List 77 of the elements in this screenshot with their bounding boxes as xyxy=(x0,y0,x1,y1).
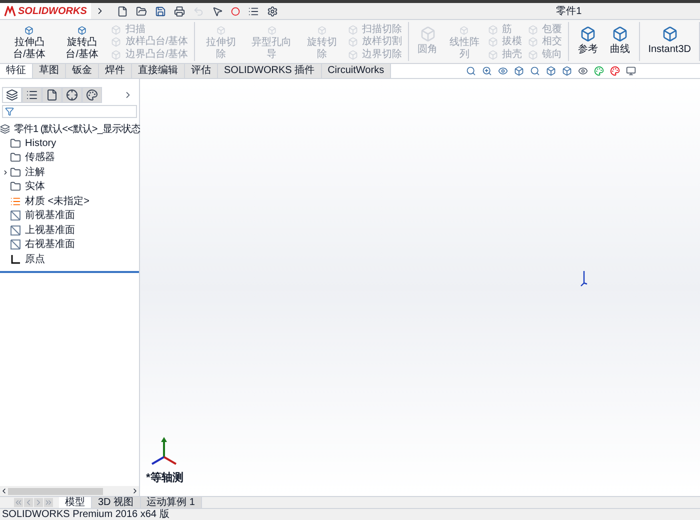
save-icon[interactable] xyxy=(154,6,166,16)
tool-icon xyxy=(528,37,538,48)
plane-icon xyxy=(10,239,21,250)
tool-icon xyxy=(662,26,678,42)
panel-tab[interactable] xyxy=(62,87,82,103)
ribbon-tool-button[interactable]: 曲线 xyxy=(605,22,636,61)
status-bar-text: SOLIDWORKS Premium 2016 x64 版 xyxy=(1,509,170,520)
settings-icon[interactable] xyxy=(266,6,278,16)
folder-icon xyxy=(10,152,21,164)
scroll-left-icon[interactable] xyxy=(0,487,8,495)
tree-root-label[interactable]: 零件1 (默认<<默认>_显示状态 xyxy=(14,122,140,136)
tree-item[interactable]: 实体 xyxy=(25,179,45,194)
tree-item[interactable]: 传感器 xyxy=(25,150,55,166)
folder-icon xyxy=(10,138,21,149)
document-tab[interactable]: 运动算例 1 xyxy=(140,497,202,508)
origin-icon xyxy=(10,254,21,265)
tool-icon xyxy=(580,26,596,42)
ribbon-tool-button[interactable]: 拉伸凸台/基体 xyxy=(4,22,55,61)
view-orientation-label: *等轴测 xyxy=(146,470,184,486)
tool-icon xyxy=(488,37,498,48)
window-title: 零件1 xyxy=(556,4,582,18)
folder-icon xyxy=(10,181,21,192)
command-tab[interactable]: 评估 xyxy=(185,64,218,78)
ribbon-tool-button[interactable]: 参考 xyxy=(573,22,604,61)
document-tab[interactable]: 3D 视图 xyxy=(92,497,141,508)
ribbon-tool-button[interactable]: Instant3D xyxy=(644,22,695,61)
pointer-icon[interactable] xyxy=(212,6,223,16)
tree-item[interactable]: 原点 xyxy=(25,252,45,267)
tree-item[interactable]: History xyxy=(25,136,56,151)
panel-tab[interactable] xyxy=(2,87,22,103)
tool-icon xyxy=(488,25,498,36)
command-tab[interactable]: 直接编辑 xyxy=(132,64,185,78)
new-file-icon[interactable] xyxy=(116,6,128,16)
folder-icon xyxy=(10,166,21,178)
open-folder-icon[interactable] xyxy=(136,6,147,16)
zoom-area-icon[interactable] xyxy=(482,66,492,76)
ribbon-tool-button[interactable]: 旋转凸台/基体 xyxy=(56,22,108,61)
panel-tab[interactable] xyxy=(82,87,102,103)
tool-icon xyxy=(348,25,358,36)
tool-icon xyxy=(420,26,436,42)
tree-item[interactable]: 注解 xyxy=(25,164,45,180)
printer-icon[interactable] xyxy=(174,6,185,16)
tool-icon xyxy=(528,25,538,36)
command-tab[interactable]: 焊件 xyxy=(99,64,132,78)
command-tab[interactable]: SOLIDWORKS 插件 xyxy=(218,64,322,78)
panel-tab[interactable] xyxy=(42,87,62,103)
tree-item[interactable]: 上视基准面 xyxy=(25,222,75,238)
plane-icon xyxy=(10,210,21,222)
feature-tab-icon xyxy=(6,89,18,101)
app-logo: SOLIDWORKS xyxy=(0,3,91,19)
command-tab[interactable]: 钣金 xyxy=(66,64,99,78)
tool-icon xyxy=(111,25,122,36)
origin-marker-icon xyxy=(580,269,588,287)
filter-icon[interactable] xyxy=(5,107,14,116)
panel-tab[interactable] xyxy=(22,87,42,103)
material-icon xyxy=(10,196,21,207)
display-tab-icon xyxy=(86,89,98,101)
tree-item[interactable]: 材质 <未指定> xyxy=(25,194,90,209)
tool-icon xyxy=(528,50,538,60)
tool-icon xyxy=(348,50,358,60)
command-tab[interactable]: 草图 xyxy=(33,64,66,78)
appearance-icon[interactable] xyxy=(594,66,604,76)
part-icon xyxy=(0,124,10,134)
horizontal-scrollbar[interactable] xyxy=(0,486,139,496)
tool-icon xyxy=(488,50,498,60)
tool-icon xyxy=(111,37,122,48)
tool-icon xyxy=(612,26,628,42)
scroll-right-icon[interactable] xyxy=(131,487,139,495)
plane-icon xyxy=(10,224,21,236)
tool-icon xyxy=(348,37,358,48)
tree-item[interactable]: 前视基准面 xyxy=(25,208,75,224)
document-tab[interactable]: 模型 xyxy=(59,497,92,508)
tool-icon xyxy=(111,50,122,60)
command-tab[interactable]: CircuitWorks xyxy=(322,64,392,78)
monitor-icon[interactable] xyxy=(626,66,636,76)
zoom-fit-icon[interactable] xyxy=(466,66,476,76)
tree-item[interactable]: 右视基准面 xyxy=(25,237,75,252)
